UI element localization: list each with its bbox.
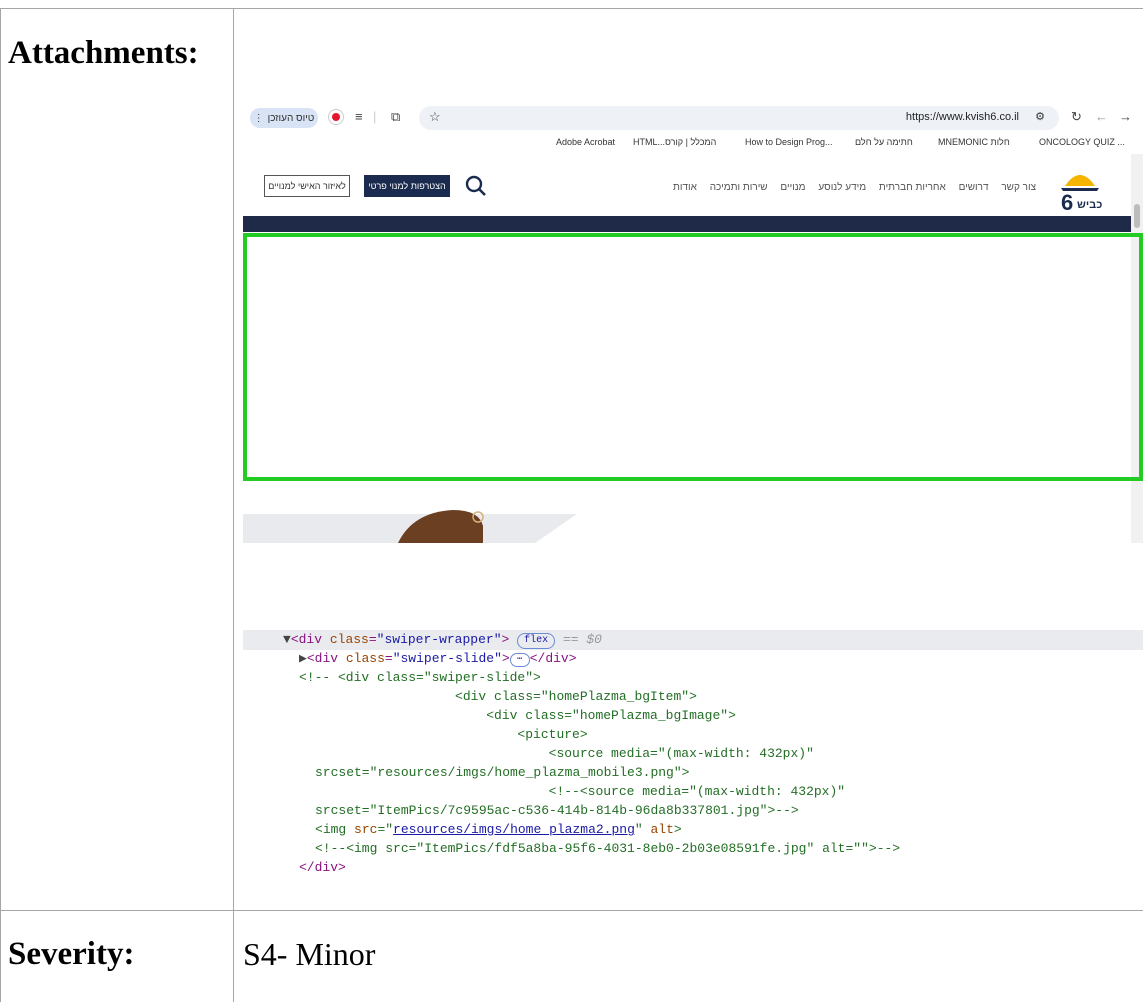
- bookmarks-bar: Adobe Acrobat HTML...המכלל | קורס How to…: [243, 134, 1143, 152]
- reading-list-icon[interactable]: ≡: [355, 109, 363, 125]
- hero-background-shape: [243, 510, 577, 543]
- collapse-triangle-icon[interactable]: ▶: [299, 651, 307, 666]
- table-column-divider: [233, 8, 234, 1002]
- record-icon[interactable]: [328, 109, 344, 125]
- table-border-top: [0, 8, 1143, 9]
- reload-icon[interactable]: ↻: [1071, 109, 1082, 125]
- profile-button[interactable]: ⋮ טיוס העוזכן: [250, 108, 318, 128]
- nav-contact[interactable]: צור קשר: [1001, 182, 1036, 193]
- profile-label: טיוס העוזכן: [267, 112, 315, 124]
- flex-badge[interactable]: flex: [517, 633, 556, 649]
- nav-traveler-info[interactable]: מידע לנוסע: [818, 182, 866, 193]
- code-line-7: <source media="(max-width: 432px)": [299, 746, 814, 761]
- table-border-left: [0, 8, 1, 1002]
- severity-value: S4- Minor: [243, 936, 376, 972]
- join-subscription-button[interactable]: הצטרפות למנוי פרטי: [364, 175, 450, 197]
- nav-jobs[interactable]: דרושים: [959, 182, 989, 193]
- nav-social[interactable]: אחריות חברתית: [879, 182, 946, 193]
- scrollbar-thumb[interactable]: [1134, 204, 1140, 228]
- code-line-9: <!--<source media="(max-width: 432px)": [299, 784, 846, 799]
- hero-lower-section: [243, 484, 1131, 543]
- site-nav: צור קשר דרושים אחריות חברתית מידע לנוסע …: [663, 182, 1036, 193]
- severity-label: Severity:: [8, 936, 135, 972]
- bookmark-item[interactable]: MNEMONIC חלות: [938, 137, 1010, 147]
- bookmark-item[interactable]: How to Design Prog...: [745, 137, 833, 147]
- personal-area-button[interactable]: לאיזור האישי למנויים: [264, 175, 350, 197]
- nav-about[interactable]: אודות: [673, 182, 697, 193]
- image-src-link[interactable]: resources/imgs/home_plazma2.png: [393, 822, 635, 837]
- back-icon[interactable]: →: [1119, 109, 1132, 125]
- devtools-elements-panel: ▼<div class="swiper-wrapper"> flex == $0…: [243, 630, 1143, 910]
- code-line-8: srcset="resources/imgs/home_plazma_mobil…: [315, 765, 690, 780]
- bookmark-item[interactable]: חתימה על חלם: [855, 137, 913, 147]
- toolbar-separator: |: [373, 109, 377, 124]
- nav-support[interactable]: שירות ותמיכה: [710, 182, 768, 193]
- svg-text:6: 6: [1061, 190, 1073, 214]
- bookmark-item[interactable]: ONCOLOGY QUIZ ...: [1039, 137, 1125, 147]
- url-text: https://www.kvish6.co.il: [905, 111, 1019, 123]
- address-bar[interactable]: ☆ https://www.kvish6.co.il ⚙: [419, 106, 1059, 130]
- issue-highlight-box: [243, 233, 1143, 481]
- bookmark-star-icon[interactable]: ☆: [429, 109, 441, 125]
- extensions-icon[interactable]: ⧉: [391, 109, 400, 125]
- code-line-4: <div class="homePlazma_bgItem">: [299, 689, 697, 704]
- code-line-3: <!-- <div class="swiper-slide">: [299, 670, 541, 685]
- forward-icon[interactable]: ←: [1095, 109, 1108, 125]
- code-line-6: <picture>: [299, 727, 588, 742]
- code-line-11[interactable]: <img src="resources/imgs/home_plazma2.pn…: [315, 820, 682, 839]
- hero-top-band: [243, 216, 1131, 232]
- code-line-10: srcset="ItemPics/7c9595ac-c536-414b-814b…: [315, 803, 799, 818]
- bookmark-item[interactable]: HTML...המכלל | קורס: [633, 137, 716, 147]
- attachments-label: Attachments:: [8, 35, 199, 71]
- code-line-13: </div>: [299, 860, 346, 875]
- kebab-icon: ⋮: [253, 112, 264, 124]
- code-line-1[interactable]: ▼<div class="swiper-wrapper"> flex == $0: [283, 630, 602, 649]
- table-row-divider: [0, 910, 1143, 911]
- code-line-12: <!--<img src="ItemPics/fdf5a8ba-95f6-403…: [315, 841, 901, 856]
- svg-text:כביש: כביש: [1077, 199, 1102, 211]
- kvish6-logo[interactable]: 6 כביש: [1051, 164, 1109, 214]
- code-line-5: <div class="homePlazma_bgImage">: [299, 708, 736, 723]
- expand-triangle-icon[interactable]: ▼: [283, 632, 291, 647]
- site-settings-icon[interactable]: ⚙: [1035, 110, 1045, 123]
- code-line-2[interactable]: ▶<div class="swiper-slide"> ⋯ </div>: [299, 649, 577, 668]
- ellipsis-icon[interactable]: ⋯: [509, 653, 530, 667]
- nav-subscriptions[interactable]: מנויים: [780, 182, 805, 193]
- search-icon[interactable]: [463, 173, 489, 199]
- bookmark-item[interactable]: Adobe Acrobat: [556, 137, 615, 147]
